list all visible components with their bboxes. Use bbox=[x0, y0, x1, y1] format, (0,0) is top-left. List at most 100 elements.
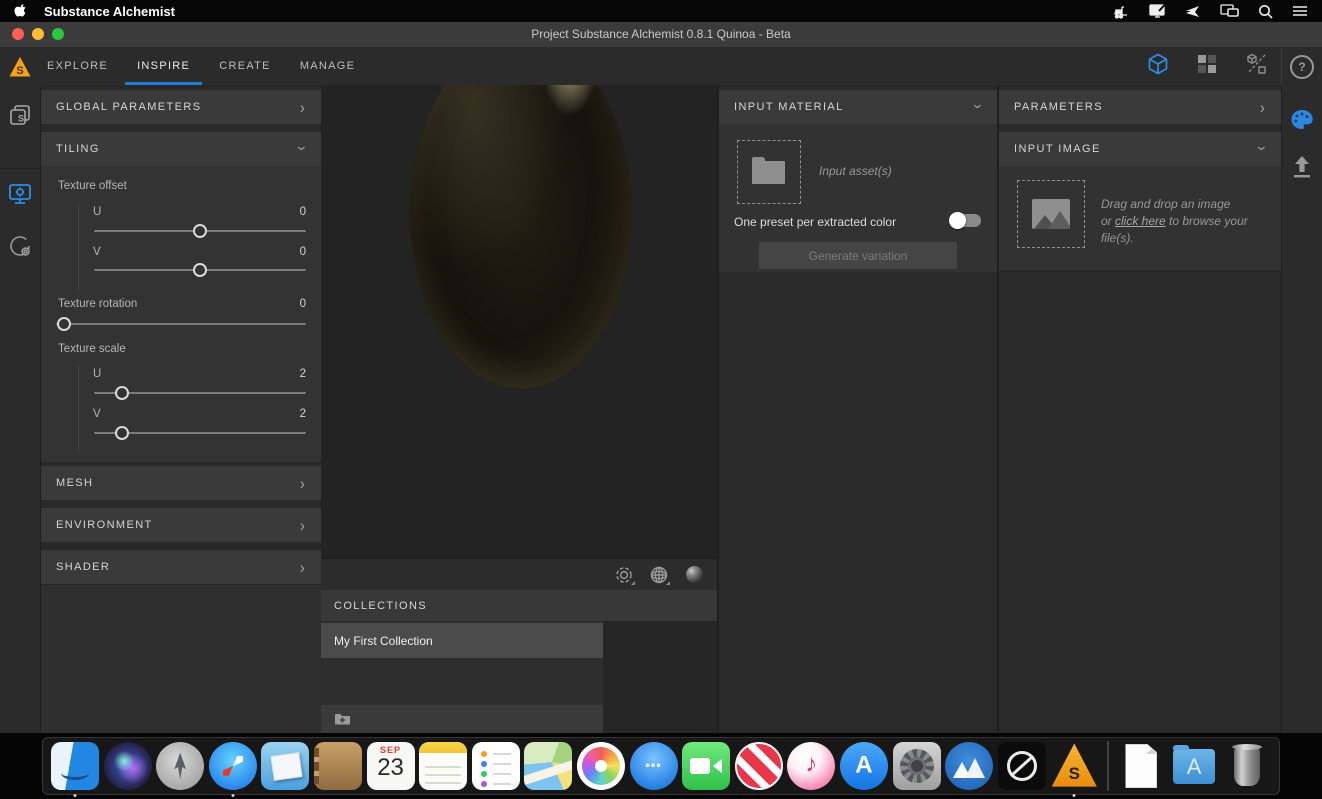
dock-icon-facetime[interactable] bbox=[682, 742, 730, 790]
section-shader[interactable]: SHADER › bbox=[41, 550, 321, 584]
notes-glyph bbox=[419, 742, 467, 790]
offset-v-slider-handle[interactable] bbox=[193, 263, 207, 277]
dock-icon-messages[interactable] bbox=[630, 742, 678, 790]
spotlight-search-icon[interactable] bbox=[1258, 4, 1273, 19]
environment-rotation-icon[interactable] bbox=[613, 564, 635, 586]
dock-icon-appsfolder[interactable] bbox=[1170, 742, 1218, 790]
collections-list: My First Collection bbox=[321, 621, 717, 733]
dock-icon-appstore[interactable] bbox=[840, 742, 888, 790]
dock-icon-notes[interactable] bbox=[419, 742, 467, 790]
macos-menubar: Substance Alchemist bbox=[0, 0, 1322, 22]
dock-icon-launchpad[interactable] bbox=[156, 742, 204, 790]
dock-icon-subdesigner[interactable] bbox=[998, 742, 1046, 790]
export-upload-icon[interactable] bbox=[1282, 155, 1322, 179]
collections-header[interactable]: COLLECTIONS bbox=[321, 590, 717, 621]
scale-u-slider[interactable] bbox=[94, 392, 306, 394]
menu-list-icon[interactable] bbox=[1292, 5, 1308, 17]
scale-v-slider[interactable] bbox=[94, 432, 306, 434]
section-environment[interactable]: ENVIRONMENT › bbox=[41, 508, 321, 542]
dock-icon-trash[interactable] bbox=[1223, 742, 1271, 790]
dock-icon-calendar[interactable] bbox=[367, 742, 415, 790]
apple-menu-icon[interactable] bbox=[14, 4, 28, 19]
menubar-app-name[interactable]: Substance Alchemist bbox=[44, 4, 175, 19]
help-button[interactable]: ? bbox=[1281, 48, 1322, 85]
alchemist-logo-icon[interactable]: S bbox=[8, 55, 32, 79]
texture-offset-label: Texture offset bbox=[58, 180, 127, 192]
dock-icon-mail[interactable] bbox=[261, 742, 309, 790]
scale-u-slider-handle[interactable] bbox=[115, 386, 129, 400]
rotation-value: 0 bbox=[300, 298, 306, 310]
dock-icon-itunes[interactable] bbox=[787, 742, 835, 790]
dock-icon-safari[interactable] bbox=[209, 742, 257, 790]
chevron-right-icon: › bbox=[300, 99, 306, 116]
material-dropzone[interactable] bbox=[737, 140, 801, 204]
section-input-material[interactable]: INPUT MATERIAL › bbox=[719, 90, 997, 124]
input-image-body: Drag and drop an image or click here to … bbox=[999, 166, 1281, 270]
collection-item-selected[interactable]: My First Collection bbox=[321, 623, 603, 658]
dock-icon-contacts[interactable] bbox=[314, 742, 362, 790]
add-collection-button[interactable] bbox=[321, 705, 603, 733]
dock-icon-siri[interactable] bbox=[104, 742, 152, 790]
send-3d-icon[interactable] bbox=[1185, 4, 1201, 18]
dock-icon-document[interactable] bbox=[1117, 742, 1165, 790]
3d-viewport[interactable] bbox=[321, 85, 717, 558]
color-palette-icon[interactable] bbox=[1282, 109, 1322, 131]
browse-files-link[interactable]: click here bbox=[1115, 214, 1166, 228]
split-view-icon[interactable] bbox=[1244, 52, 1268, 81]
dock-icon-maps[interactable] bbox=[524, 742, 572, 790]
preset-per-color-toggle[interactable] bbox=[951, 214, 981, 227]
scale-v-value: 2 bbox=[300, 408, 306, 420]
image-dropzone[interactable] bbox=[1017, 180, 1085, 248]
display-globe-icon[interactable] bbox=[648, 564, 670, 586]
section-global-parameters[interactable]: GLOBAL PARAMETERS › bbox=[41, 90, 321, 124]
section-tiling[interactable]: TILING › bbox=[41, 132, 321, 166]
dock-icon-finder[interactable] bbox=[51, 742, 99, 790]
running-indicator bbox=[74, 794, 77, 797]
generate-variation-button[interactable]: Generate variation bbox=[759, 242, 957, 269]
tab-manage[interactable]: MANAGE bbox=[288, 48, 367, 85]
dock-icon-alchemist[interactable] bbox=[1050, 742, 1098, 790]
offset-v-slider[interactable] bbox=[94, 269, 306, 271]
offset-u-slider[interactable] bbox=[94, 230, 306, 232]
launchpad-glyph bbox=[167, 753, 194, 780]
mountain-glyph bbox=[945, 742, 993, 790]
offset-u-label: U bbox=[93, 206, 101, 218]
offset-v-value: 0 bbox=[300, 246, 306, 258]
alchemist-glyph bbox=[1050, 742, 1098, 790]
section-input-image[interactable]: INPUT IMAGE › bbox=[999, 132, 1281, 166]
tab-explore[interactable]: EXPLORE bbox=[35, 48, 120, 85]
forklift-icon[interactable] bbox=[1113, 4, 1130, 19]
main-tabs: EXPLORE INSPIRE CREATE MANAGE bbox=[35, 48, 367, 85]
messages-glyph bbox=[630, 742, 678, 790]
strip-divider bbox=[0, 168, 40, 169]
section-parameters[interactable]: PARAMETERS › bbox=[999, 90, 1281, 124]
right-panel-empty-area bbox=[999, 272, 1281, 733]
display-edit-icon[interactable] bbox=[1149, 4, 1166, 19]
subdesigner-glyph bbox=[998, 742, 1046, 790]
dock-icon-sysprefs[interactable] bbox=[893, 742, 941, 790]
environment-sphere-icon[interactable] bbox=[0, 233, 40, 259]
tab-inspire[interactable]: INSPIRE bbox=[125, 48, 202, 85]
running-indicator bbox=[1073, 794, 1076, 797]
viewport-settings-icon[interactable] bbox=[0, 181, 40, 207]
offset-u-value: 0 bbox=[300, 206, 306, 218]
scale-v-slider-handle[interactable] bbox=[115, 426, 129, 440]
substance-assets-icon[interactable]: S bbox=[0, 103, 40, 127]
dock-icon-photos[interactable] bbox=[577, 742, 625, 790]
add-folder-icon bbox=[334, 712, 351, 726]
rotation-slider-handle[interactable] bbox=[57, 317, 71, 331]
rotation-slider[interactable] bbox=[56, 323, 306, 325]
dock-icon-reminders[interactable] bbox=[472, 742, 520, 790]
offset-u-slider-handle[interactable] bbox=[193, 224, 207, 238]
dock-icon-mountain[interactable] bbox=[945, 742, 993, 790]
screen-mirroring-icon[interactable] bbox=[1220, 4, 1239, 18]
3d-view-icon[interactable] bbox=[1146, 52, 1170, 81]
right-icon-strip bbox=[1281, 85, 1322, 733]
material-ball-icon[interactable] bbox=[683, 564, 705, 586]
viewport-toolbar bbox=[321, 558, 717, 590]
dock-icon-news[interactable] bbox=[735, 742, 783, 790]
2d-view-icon[interactable] bbox=[1197, 54, 1217, 79]
siri-glyph bbox=[104, 742, 152, 790]
section-mesh[interactable]: MESH › bbox=[41, 466, 321, 500]
tab-create[interactable]: CREATE bbox=[207, 48, 283, 85]
